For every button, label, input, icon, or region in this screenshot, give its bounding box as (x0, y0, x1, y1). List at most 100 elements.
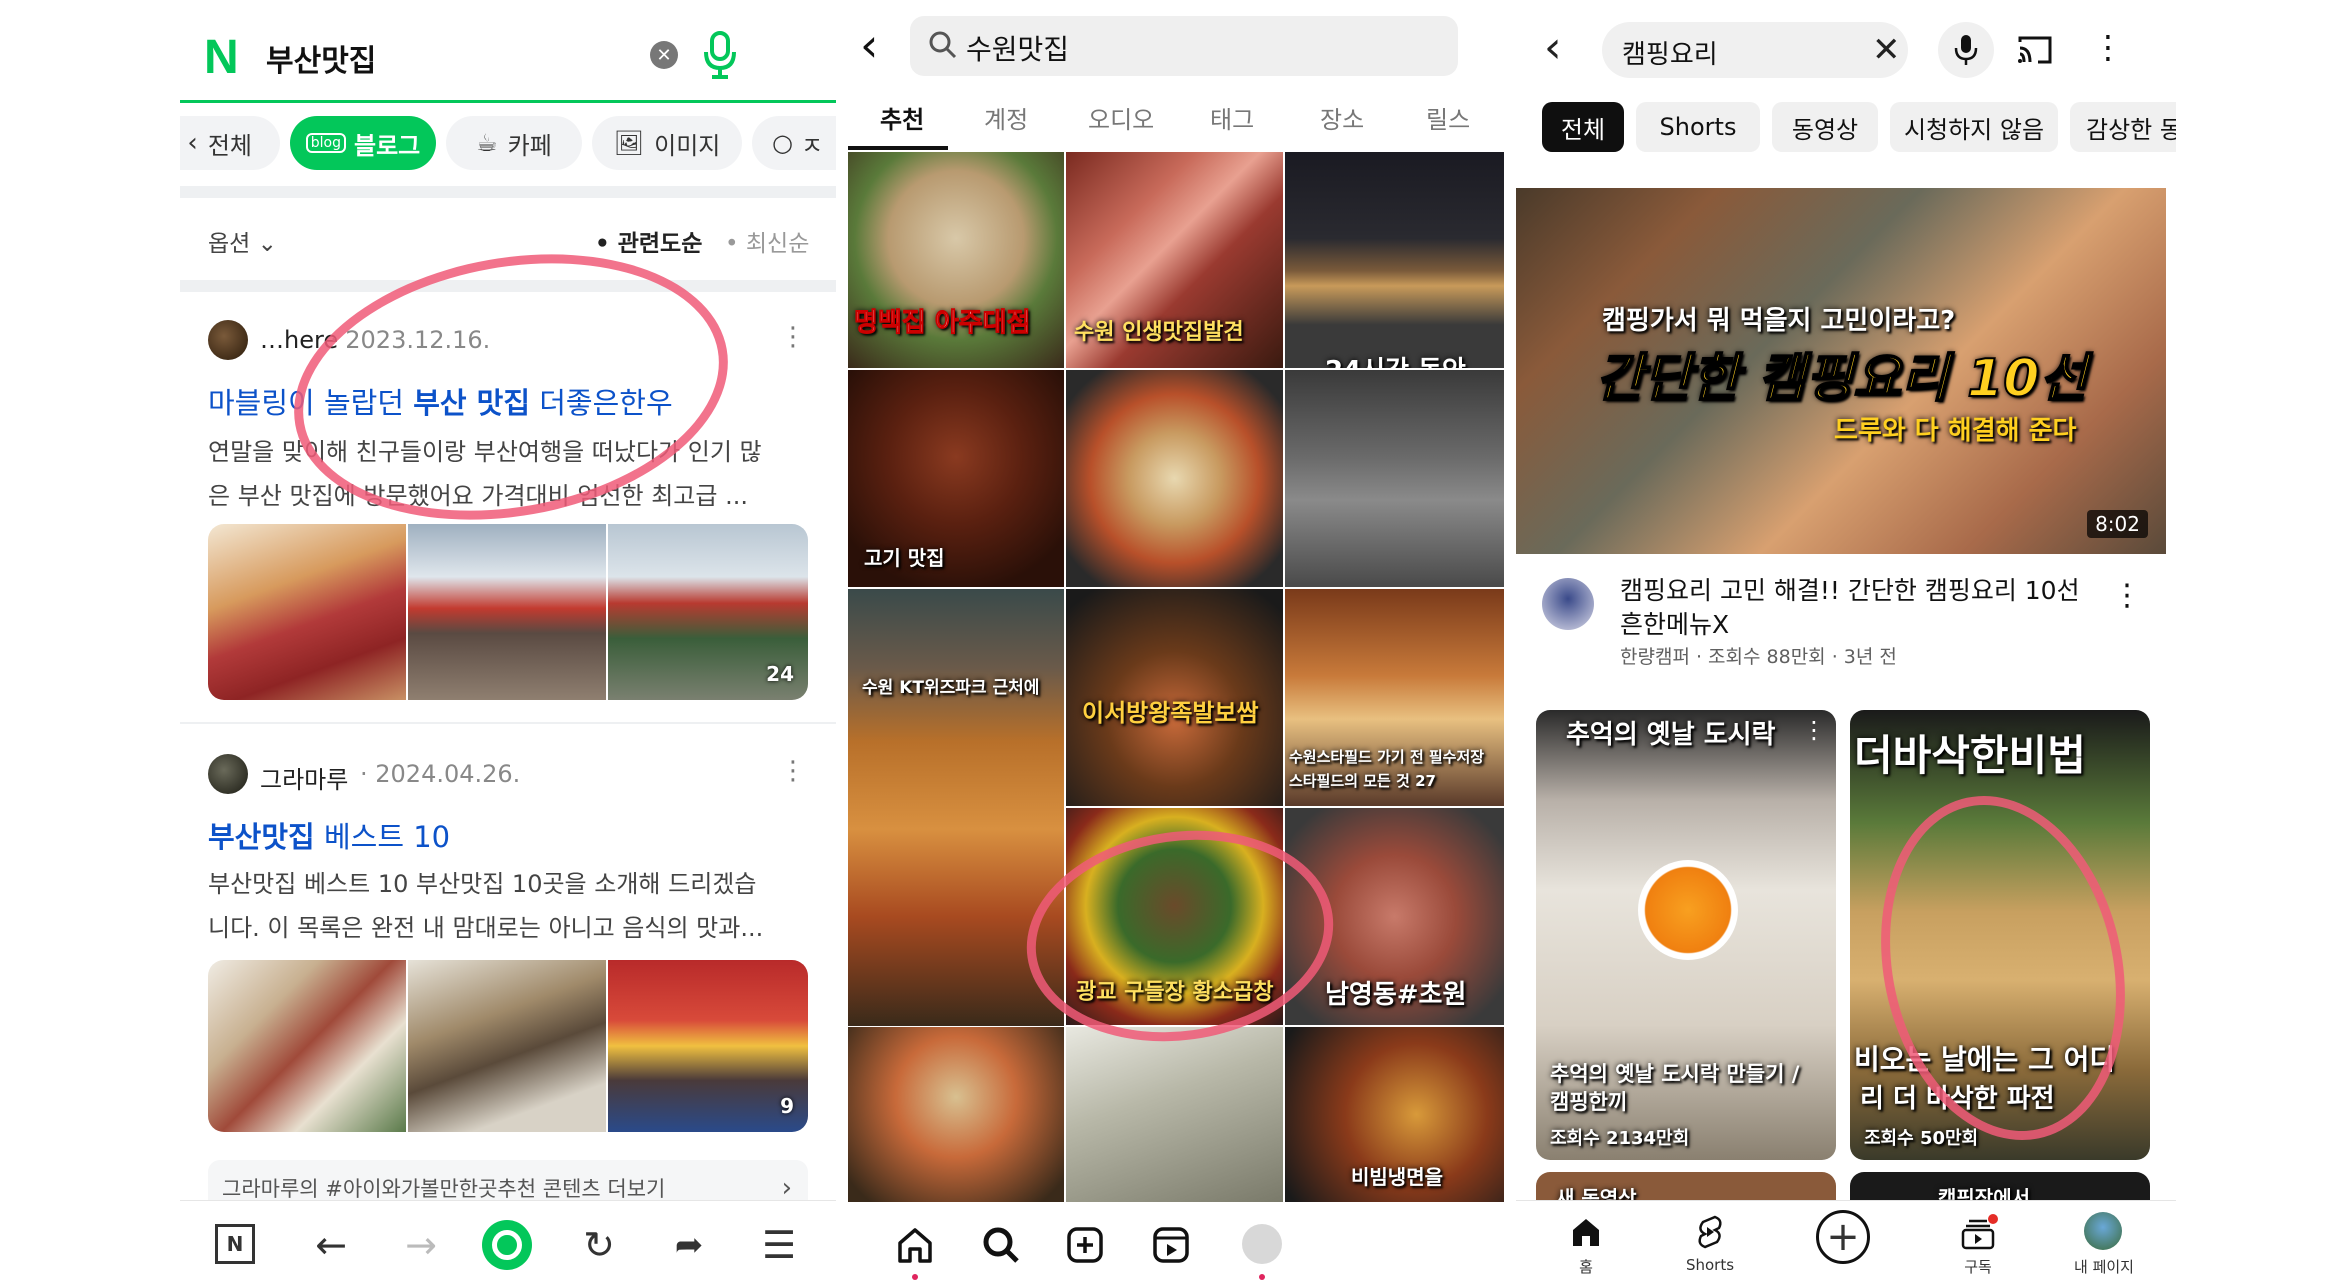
nav-label-home: 홈 (1579, 1258, 1593, 1276)
chip-videos[interactable]: 동영상 (1772, 102, 1878, 152)
sort-relevance[interactable]: • 관련도순 (595, 224, 702, 258)
create-post-icon[interactable] (1060, 1220, 1110, 1270)
home-icon[interactable] (1566, 1212, 1606, 1252)
tab-places[interactable]: 장소 (1320, 100, 1364, 135)
home-icon[interactable] (890, 1220, 940, 1270)
result-photo[interactable] (408, 524, 606, 700)
blog-icon: blog (305, 133, 346, 153)
search-input[interactable]: 캠핑요리 (1622, 34, 1718, 71)
mic-icon[interactable] (700, 30, 740, 80)
result-photo[interactable] (208, 524, 406, 700)
result-photo[interactable]: 24 (608, 524, 808, 700)
grid-tile[interactable]: 수원스타필드 가기 전 필수저장 스타필드의 모든 것 27 (1285, 589, 1504, 806)
chip-watched[interactable]: 감상한 동 (2070, 102, 2176, 152)
more-vert-icon[interactable]: ⋮ (2112, 578, 2142, 613)
search-icon[interactable] (976, 1220, 1026, 1270)
tab-cafe[interactable]: ☕ 카페 (446, 116, 582, 170)
grid-tile[interactable]: 남영동#초원 (1285, 808, 1504, 1025)
result-photo[interactable] (208, 960, 406, 1132)
grid-tile[interactable]: 비빔냉면을 (1285, 1027, 1504, 1202)
more-vert-icon[interactable]: ⋮ (780, 756, 806, 786)
tab-accounts[interactable]: 계정 (984, 100, 1028, 135)
chip-all[interactable]: 전체 (1542, 102, 1624, 152)
tab-reels[interactable]: 릴스 (1426, 100, 1470, 135)
shorts-card[interactable]: 더바삭한비법 비오는 날에는 그 어디 리 더 바삭한 파전 조회수 50만회 (1850, 710, 2150, 1160)
grid-tile[interactable]: 수원 KT위즈파크 근처에 (848, 589, 1064, 1026)
create-icon[interactable]: + (1816, 1210, 1870, 1264)
grid-tile[interactable]: 수원 인생맛집발견 (1066, 152, 1283, 368)
tile-caption: 수원 KT위즈파크 근처에 (862, 678, 1040, 698)
tab-tags[interactable]: 태그 (1210, 100, 1254, 135)
result-photo[interactable]: 9 (608, 960, 808, 1132)
tab-more[interactable]: ○ ㅈ (752, 116, 836, 170)
video-title[interactable]: 캠핑요리 고민 해결!! 간단한 캠핑요리 10선 흔한메뉴X (1620, 574, 2080, 642)
reels-icon[interactable] (1146, 1220, 1196, 1270)
tile-caption: 명백집 아주대점 (854, 308, 1031, 339)
more-vert-icon[interactable]: ⋮ (2092, 28, 2124, 66)
tab-all[interactable]: ‹ 전체 (180, 116, 280, 170)
grid-tile[interactable]: 24시간 동안 (1285, 152, 1504, 368)
back-arrow-icon[interactable]: ← (306, 1220, 356, 1270)
search-input[interactable]: 수원맛집 (966, 28, 1069, 68)
author-name[interactable]: 그라마루 (260, 760, 348, 795)
channel-avatar[interactable] (1542, 578, 1594, 630)
thumb-caption-sub: 드루와 다 해결해 준다 (1834, 416, 2077, 446)
shorts-title: 리 더 바삭한 파전 (1860, 1084, 2055, 1114)
sort-latest[interactable]: • 최신순 (725, 224, 809, 258)
shorts-overlay-text: 비오는 날에는 그 어디 (1854, 1043, 2116, 1076)
result-photo[interactable] (408, 960, 606, 1132)
grid-tile[interactable] (848, 1027, 1064, 1202)
result-title[interactable]: 마블링이 놀랍던 부산 맛집 더좋은한우 (208, 380, 673, 422)
author-name[interactable]: …here (260, 326, 338, 354)
author-avatar[interactable] (208, 320, 248, 360)
share-icon[interactable]: ➦ (664, 1220, 714, 1270)
back-chevron-icon[interactable]: ‹ (1544, 22, 1562, 73)
subscriptions-icon[interactable] (1958, 1214, 1998, 1254)
tab-recommended[interactable]: 추천 (880, 100, 924, 135)
grid-tile[interactable]: 고기 맛집 (848, 370, 1064, 587)
options-button[interactable]: 옵션 ⌄ (208, 224, 277, 258)
post-date: · 2023.12.16. (330, 326, 491, 354)
naver-logo[interactable]: N (204, 30, 239, 85)
shorts-card[interactable]: 추억의 옛날 도시락 ⋮ 추억의 옛날 도시락 만들기 / 캠핑한끼 조회수 2… (1536, 710, 1836, 1160)
mic-icon[interactable] (1938, 22, 1994, 78)
green-dot-home-icon[interactable] (482, 1220, 532, 1270)
grid-tile[interactable]: 명백집 아주대점 (848, 152, 1064, 368)
profile-avatar[interactable] (2084, 1212, 2122, 1250)
clear-icon[interactable]: ✕ (650, 41, 678, 69)
video-meta: 한량캠퍼 · 조회수 88만회 · 3년 전 (1620, 646, 1897, 668)
grid-tile[interactable] (1066, 370, 1283, 587)
tab-blog[interactable]: blog 블로그 (290, 116, 436, 170)
grid-tile[interactable] (1066, 1027, 1283, 1202)
tab-audio[interactable]: 오디오 (1088, 100, 1154, 135)
grid-tile[interactable]: 이서방왕족발보쌈 (1066, 589, 1283, 806)
refresh-icon[interactable]: ↻ (574, 1220, 624, 1270)
author-avatar[interactable] (208, 754, 248, 794)
nav-label-subscriptions: 구독 (1964, 1258, 1992, 1276)
back-chevron-icon[interactable]: ‹ (860, 18, 878, 72)
cast-icon[interactable] (2016, 34, 2054, 66)
search-icon: ○ (772, 129, 793, 157)
home-notification-dot (912, 1274, 918, 1280)
result-title[interactable]: 부산맛집 베스트 10 (208, 814, 450, 856)
profile-avatar[interactable] (1242, 1224, 1282, 1264)
tab-image[interactable]: 🖼 이미지 (592, 116, 742, 170)
search-underline (180, 100, 836, 103)
grid-tile[interactable]: 광교 구들장 황소곱창 (1066, 808, 1283, 1025)
video-thumbnail[interactable]: 캠핑가서 뭐 먹을지 고민이라고? 간단한 캠핑요리 10선 드루와 다 해결해… (1516, 188, 2166, 554)
more-vert-icon[interactable]: ⋮ (1802, 716, 1826, 744)
clear-icon[interactable]: ✕ (1872, 30, 1901, 70)
tile-caption: 수원 인생맛집발견 (1074, 320, 1244, 345)
naver-home-icon[interactable]: N (215, 1224, 255, 1264)
grid-tile[interactable] (1285, 370, 1504, 587)
menu-icon[interactable]: ☰ (754, 1220, 804, 1270)
shorts-icon[interactable] (1690, 1212, 1730, 1252)
tile-caption: 남영동#초원 (1325, 980, 1467, 1010)
more-vert-icon[interactable]: ⋮ (780, 322, 806, 352)
shorts-top-caption: 더바삭한비법 (1854, 731, 2086, 780)
video-duration: 8:02 (2087, 510, 2148, 538)
chip-shorts[interactable]: Shorts (1636, 102, 1760, 152)
chip-unwatched[interactable]: 시청하지 않음 (1890, 102, 2058, 152)
forward-arrow-icon[interactable]: → (396, 1220, 446, 1270)
search-input[interactable]: 부산맛집 (266, 36, 376, 80)
